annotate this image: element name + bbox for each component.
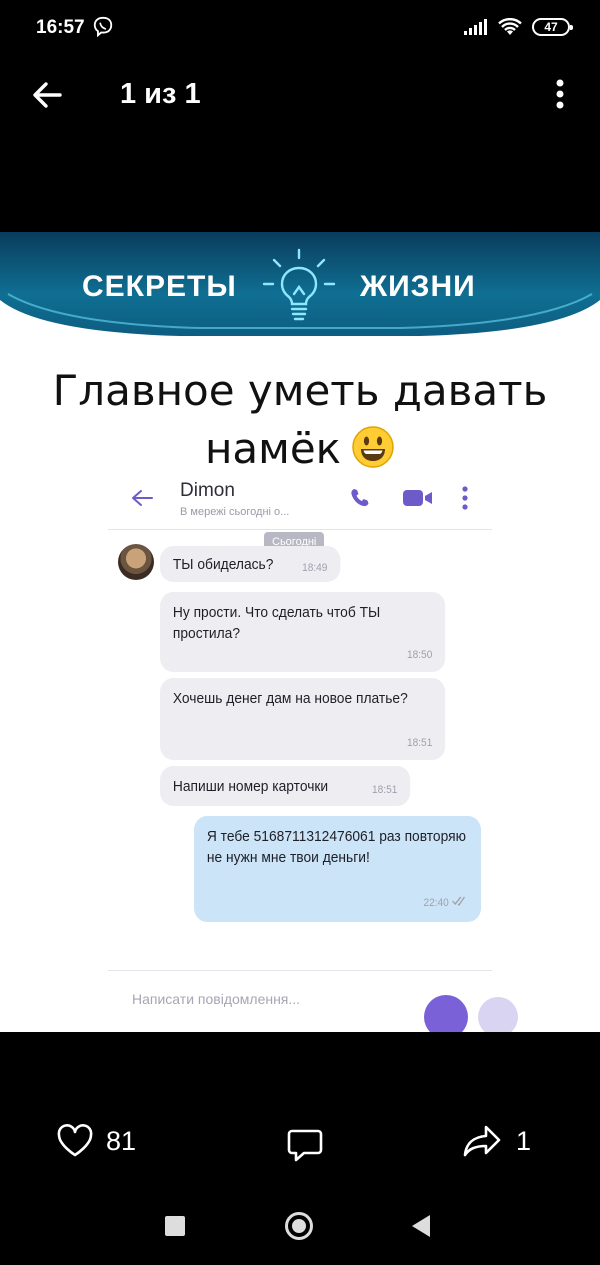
message-time: 18:50 bbox=[406, 649, 433, 661]
message-time: 18:51 bbox=[372, 784, 398, 796]
battery-level: 47 bbox=[544, 20, 558, 34]
app-bar: 1 из 1 bbox=[0, 60, 600, 130]
banner-text-left: СЕКРЕТЫ bbox=[82, 270, 237, 303]
chat-screenshot: Dimon В мережі сьогодні о... Сьогодні ТЫ… bbox=[108, 468, 518, 1032]
chat-more-icon bbox=[462, 486, 468, 510]
heart-icon bbox=[57, 1124, 93, 1157]
message-text: Я тебе 5168711312476061 раз повторяю не … bbox=[206, 828, 466, 866]
nav-back-button[interactable] bbox=[412, 1215, 430, 1237]
signal-icon bbox=[464, 19, 487, 35]
message-time: 18:51 bbox=[406, 737, 433, 749]
attach-button bbox=[478, 997, 518, 1032]
message-input-placeholder: Написати повідомлення... bbox=[132, 991, 301, 1007]
like-count: 81 bbox=[106, 1125, 137, 1156]
phone-icon bbox=[351, 489, 369, 507]
meme-caption: Главное уметь давать намёк bbox=[0, 362, 600, 478]
comment-icon[interactable] bbox=[286, 1126, 324, 1164]
like-button[interactable]: 81 bbox=[56, 1124, 136, 1158]
message-input-bar: Написати повідомлення... bbox=[108, 970, 518, 1032]
message-time: 22:40 bbox=[423, 893, 468, 914]
status-bar: 16:57 47 bbox=[0, 0, 600, 60]
video-call-icon bbox=[403, 490, 432, 506]
message-time: 18:49 bbox=[302, 562, 328, 574]
home-button[interactable] bbox=[285, 1212, 313, 1240]
wifi-icon bbox=[498, 18, 522, 35]
caption-line-2-text: намёк bbox=[204, 424, 342, 473]
message-incoming: ТЫ обиделась? 18:49 bbox=[160, 546, 341, 582]
message-text: Хочешь денег дам на новое платье? bbox=[172, 690, 408, 707]
share-arrow-icon bbox=[463, 1125, 501, 1157]
system-nav-bar bbox=[0, 1195, 600, 1265]
more-vert-icon[interactable] bbox=[546, 76, 574, 112]
message-text: Ну прости. Что сделать чтоб ТЫ простила? bbox=[172, 604, 381, 642]
banner-text-right: ЖИЗНИ bbox=[360, 270, 476, 303]
voice-record-button bbox=[424, 995, 468, 1032]
message-incoming: Ну прости. Что сделать чтоб ТЫ простила?… bbox=[160, 592, 446, 672]
message-text: Напиши номер карточки bbox=[172, 778, 329, 795]
share-button[interactable]: 1 bbox=[462, 1124, 531, 1158]
contact-name: Dimon bbox=[180, 480, 235, 501]
lightbulb-icon bbox=[262, 248, 336, 321]
contact-avatar bbox=[118, 544, 154, 580]
message-outgoing: Я тебе 5168711312476061 раз повторяю не … bbox=[194, 816, 482, 922]
caption-line-1: Главное уметь давать bbox=[52, 366, 548, 415]
smiley-emoji-icon bbox=[352, 426, 394, 468]
back-arrow-icon[interactable] bbox=[26, 74, 68, 116]
share-count: 1 bbox=[516, 1125, 532, 1156]
message-time-value: 22:40 bbox=[423, 897, 449, 909]
status-time: 16:57 bbox=[36, 17, 85, 38]
battery-icon: 47 bbox=[532, 18, 573, 36]
viber-notification-icon bbox=[93, 16, 113, 38]
recent-apps-button[interactable] bbox=[165, 1216, 185, 1236]
double-check-icon bbox=[452, 896, 465, 907]
chat-back-arrow-icon bbox=[132, 490, 153, 506]
post-actions: 81 1 bbox=[0, 1110, 600, 1180]
chat-header: Dimon В мережі сьогодні о... bbox=[108, 468, 492, 530]
message-incoming: Напиши номер карточки 18:51 bbox=[160, 766, 411, 806]
contact-status: В мережі сьогодні о... bbox=[180, 506, 290, 518]
post-image[interactable]: СЕКРЕТЫ ЖИЗНИ Главное уметь давать намёк bbox=[0, 232, 600, 1032]
page-counter: 1 из 1 bbox=[120, 78, 201, 110]
message-incoming: Хочешь денег дам на новое платье? 18:51 bbox=[160, 678, 446, 760]
